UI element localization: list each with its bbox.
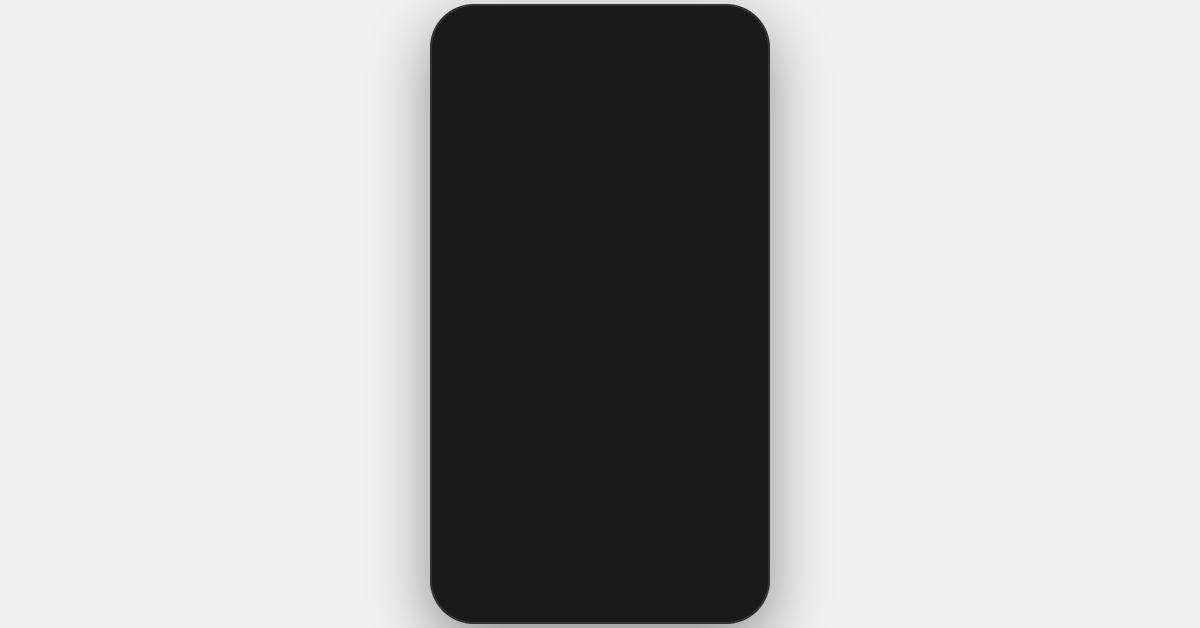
phone-screen: 10:23 ∿ ← Darwin's Diner ··· 🔖 ·· Amer: [440, 14, 760, 614]
popup-masks-warn-icon: !: [550, 299, 574, 323]
popup-distancing-desc: According to most users: [440, 363, 530, 399]
popup-masks-name: Staff might not wear masks: [582, 297, 698, 339]
popup-grid: ✓ Social distancing enforced According t…: [440, 297, 698, 400]
popup-masks-header: ! Staff might not wear masks: [550, 297, 698, 339]
popup-distancing-header: ✓ Social distancing enforced: [440, 297, 530, 359]
phone-scene: 10:23 ∿ ← Darwin's Diner ··· 🔖 ·· Amer: [430, 4, 770, 624]
popup-item-masks: ! Staff might not wear masks According t…: [550, 297, 698, 400]
health-safety-popup: Health & safety measures i Based on info…: [440, 214, 720, 420]
popup-subtitle-text: Based on info from the business or our u…: [440, 265, 665, 280]
popup-masks-desc: According to some users: [582, 343, 698, 379]
popup-distancing-name: Social distancing enforced: [440, 297, 530, 359]
popup-item-distancing: ✓ Social distancing enforced According t…: [440, 297, 530, 400]
popup-subtitle: i Based on info from the business or our…: [440, 263, 698, 281]
popup-title: Health & safety measures: [440, 234, 698, 257]
